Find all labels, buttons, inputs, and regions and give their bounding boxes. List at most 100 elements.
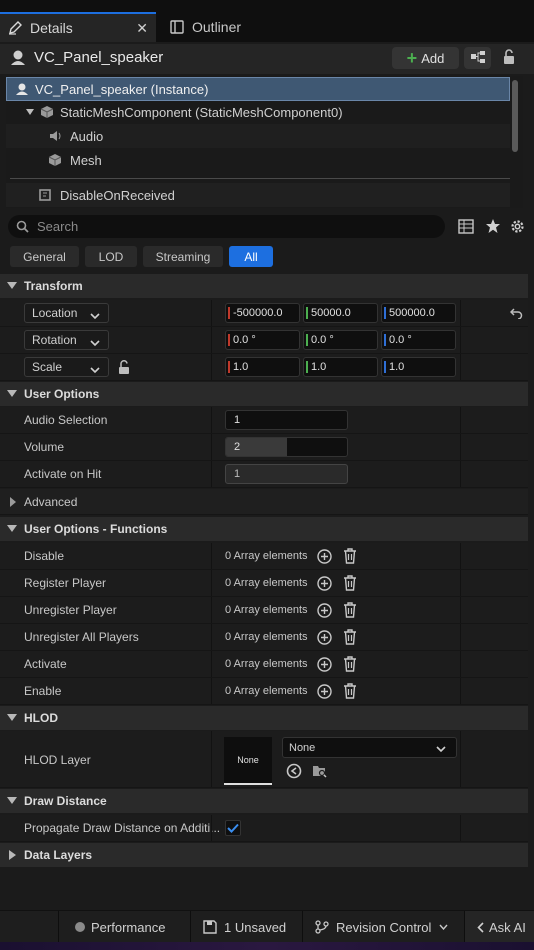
tab-details[interactable]: Details ✕ xyxy=(0,12,156,42)
status-bar: Performance 1 Unsaved Revision Control A… xyxy=(0,910,534,943)
search-input[interactable]: Search xyxy=(8,215,445,238)
add-element-icon[interactable] xyxy=(317,630,332,648)
activate-on-hit-label: Activate on Hit xyxy=(24,467,102,481)
performance-icon xyxy=(75,922,85,932)
trash-icon[interactable] xyxy=(343,575,357,594)
component-tree: VC_Panel_speaker (Instance) StaticMeshCo… xyxy=(6,76,523,208)
rotation-y-field[interactable]: 0.0 ° xyxy=(303,330,378,350)
hierarchy-icon xyxy=(470,50,486,67)
section-title: Transform xyxy=(24,279,83,293)
add-element-icon[interactable] xyxy=(317,603,332,621)
rotation-z-field[interactable]: 0.0 ° xyxy=(381,330,456,350)
trash-icon[interactable] xyxy=(343,548,357,567)
array-count: 0 Array elements xyxy=(225,550,308,562)
location-dropdown[interactable]: Location xyxy=(24,303,109,323)
collapse-arrow-icon xyxy=(7,525,17,532)
advanced-row[interactable]: Advanced xyxy=(0,489,528,515)
use-selected-icon[interactable] xyxy=(286,763,302,782)
section-draw-distance[interactable]: Draw Distance xyxy=(0,789,528,813)
function-row: Enable 0 Array elements xyxy=(0,678,528,705)
ask-ai-button[interactable]: Ask AI xyxy=(464,911,534,943)
hierarchy-button[interactable] xyxy=(464,47,491,69)
volume-slider[interactable]: 2 xyxy=(225,437,348,457)
location-y-field[interactable]: 50000.0 xyxy=(303,303,378,323)
collapse-arrow-icon xyxy=(7,714,17,721)
reset-to-default-icon[interactable] xyxy=(509,307,523,322)
scale-y-field[interactable]: 1.0 xyxy=(303,357,378,377)
tree-item-instance[interactable]: VC_Panel_speaker (Instance) xyxy=(6,77,510,101)
audio-selection-field[interactable]: 1 xyxy=(225,410,348,430)
filter-general[interactable]: General xyxy=(10,246,79,267)
propagate-row: Propagate Draw Distance on Additi... xyxy=(0,815,528,842)
add-element-icon[interactable] xyxy=(317,684,332,702)
tree-scrollbar[interactable] xyxy=(512,80,518,152)
add-element-icon[interactable] xyxy=(317,549,332,567)
section-hlod[interactable]: HLOD xyxy=(0,706,528,730)
filter-streaming[interactable]: Streaming xyxy=(143,246,223,267)
static-mesh-icon xyxy=(40,105,54,119)
tab-outliner[interactable]: Outliner xyxy=(160,12,270,42)
trash-icon[interactable] xyxy=(343,656,357,675)
section-transform[interactable]: Transform xyxy=(0,274,528,298)
revision-control-button[interactable]: Revision Control xyxy=(302,911,460,943)
unlock-icon[interactable] xyxy=(118,360,131,378)
function-row: Disable 0 Array elements xyxy=(0,543,528,570)
actor-icon xyxy=(9,48,27,69)
filter-lod[interactable]: LOD xyxy=(85,246,137,267)
trash-icon[interactable] xyxy=(343,683,357,702)
collapse-arrow-icon xyxy=(7,282,17,289)
section-title: HLOD xyxy=(24,711,58,725)
close-icon[interactable]: ✕ xyxy=(136,20,148,37)
outliner-icon xyxy=(168,20,186,34)
trash-icon[interactable] xyxy=(343,602,357,621)
function-label: Unregister Player xyxy=(24,603,117,617)
filter-all[interactable]: All xyxy=(229,246,273,267)
star-icon[interactable] xyxy=(485,218,501,237)
section-title: Data Layers xyxy=(24,848,93,862)
scale-x-field[interactable]: 1.0 xyxy=(225,357,300,377)
tree-item-audio[interactable]: Audio xyxy=(6,124,510,148)
hlod-layer-label: HLOD Layer xyxy=(24,752,91,767)
location-x-field[interactable]: -500000.0 xyxy=(225,303,300,323)
add-component-button[interactable]: + Add xyxy=(392,47,459,69)
section-user-options[interactable]: User Options xyxy=(0,382,528,406)
browse-icon[interactable] xyxy=(312,763,328,782)
chevron-left-icon xyxy=(477,921,484,933)
section-data-layers[interactable]: Data Layers xyxy=(0,843,528,867)
rotation-x-value: 0.0 ° xyxy=(233,334,256,346)
lock-icon[interactable] xyxy=(502,49,516,68)
scale-x-value: 1.0 xyxy=(233,361,249,373)
add-element-icon[interactable] xyxy=(317,657,332,675)
expand-arrow-icon xyxy=(10,497,16,507)
propagate-checkbox[interactable] xyxy=(225,820,241,836)
table-view-icon[interactable] xyxy=(458,219,474,237)
check-icon xyxy=(227,823,239,833)
function-row: Activate 0 Array elements xyxy=(0,651,528,678)
tree-item-staticmesh[interactable]: StaticMeshComponent (StaticMeshComponent… xyxy=(6,100,510,124)
performance-button[interactable]: Performance xyxy=(58,911,180,943)
scale-z-field[interactable]: 1.0 xyxy=(381,357,456,377)
trash-icon[interactable] xyxy=(343,629,357,648)
location-z-field[interactable]: 500000.0 xyxy=(381,303,456,323)
scale-dropdown[interactable]: Scale xyxy=(24,357,109,377)
section-user-options-functions[interactable]: User Options - Functions xyxy=(0,517,528,541)
rotation-x-field[interactable]: 0.0 ° xyxy=(225,330,300,350)
speaker-icon xyxy=(48,129,62,143)
blueprint-icon xyxy=(38,188,52,202)
search-icon xyxy=(16,220,29,233)
audio-selection-label: Audio Selection xyxy=(24,413,108,427)
array-count: 0 Array elements xyxy=(225,577,308,589)
array-count: 0 Array elements xyxy=(225,685,308,697)
tree-item-disable[interactable]: DisableOnReceived xyxy=(6,183,510,207)
rotation-dropdown[interactable]: Rotation xyxy=(24,330,109,350)
add-element-icon[interactable] xyxy=(317,576,332,594)
chevron-down-icon xyxy=(90,336,100,350)
rotation-row: Rotation 0.0 ° 0.0 ° 0.0 ° xyxy=(0,327,528,354)
gear-icon[interactable] xyxy=(509,218,526,238)
unsaved-button[interactable]: 1 Unsaved xyxy=(190,911,298,943)
hlod-layer-dropdown[interactable]: None xyxy=(282,737,457,758)
chevron-down-icon xyxy=(90,309,100,323)
tree-item-mesh[interactable]: Mesh xyxy=(6,148,510,172)
advanced-label: Advanced xyxy=(24,495,78,509)
hlod-thumbnail[interactable]: None xyxy=(224,737,272,785)
